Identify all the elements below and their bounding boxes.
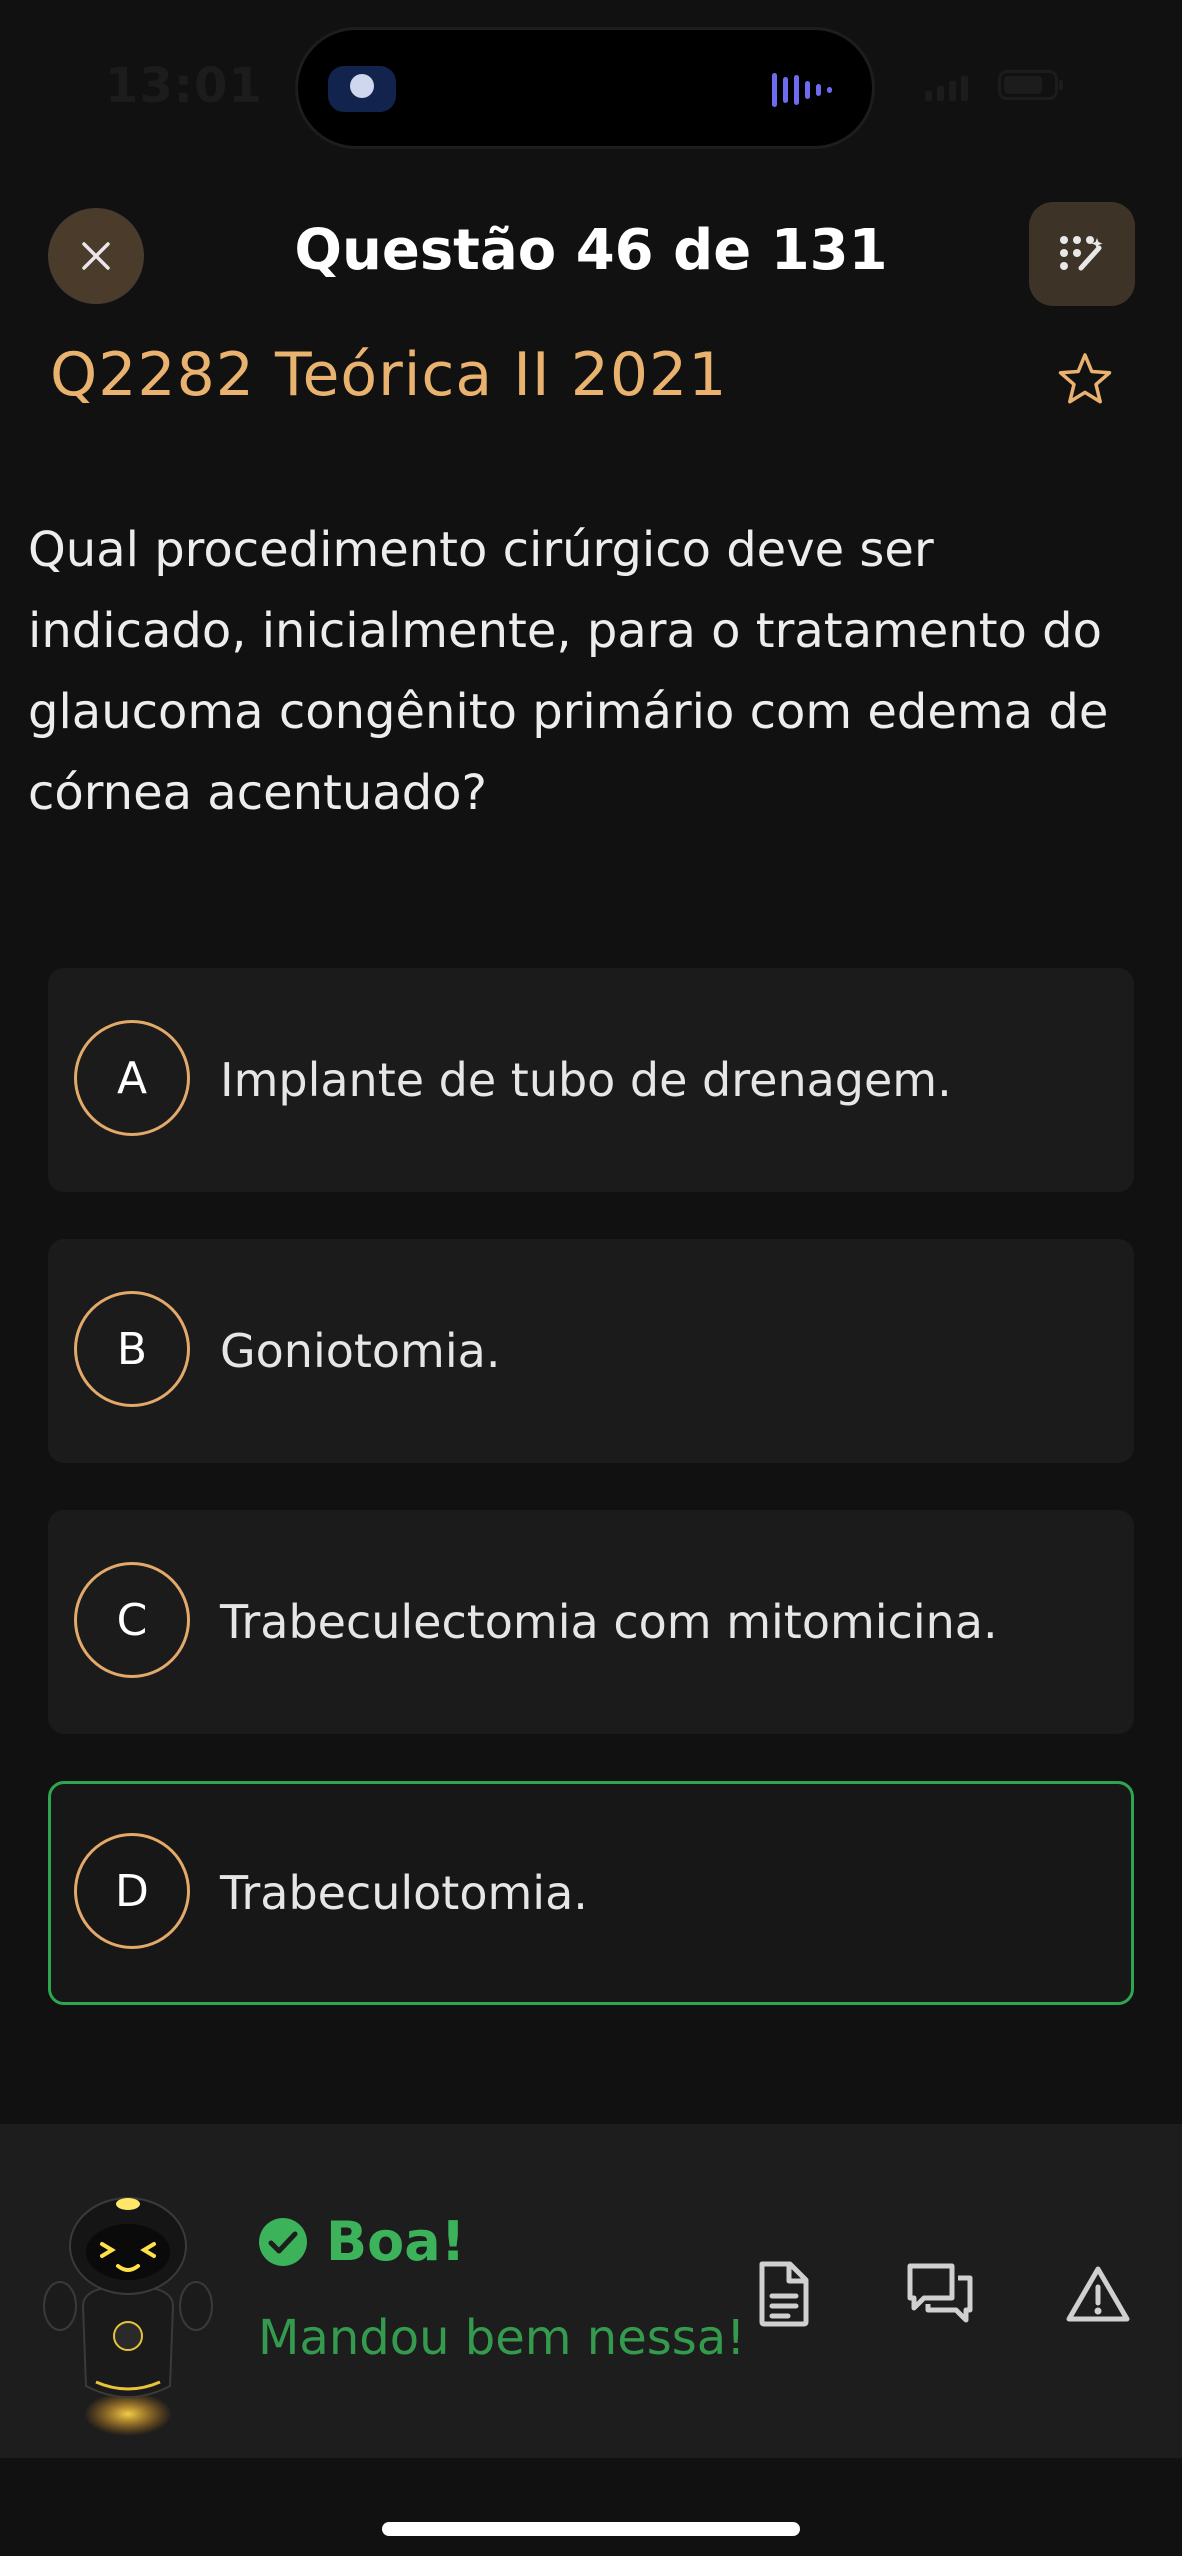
audio-wave-icon — [772, 70, 842, 110]
feedback-title: Boa! — [258, 2210, 465, 2273]
feedback-title-text: Boa! — [326, 2210, 466, 2273]
battery-icon — [998, 70, 1063, 100]
option-letter: A — [74, 1020, 190, 1136]
option-text: Trabeculotomia. — [220, 1866, 588, 1920]
live-activity-app-icon — [328, 66, 396, 112]
cellular-signal-icon — [925, 76, 968, 101]
exam-label: Q2282 Teórica II 2021 — [50, 340, 728, 410]
star-icon[interactable] — [1055, 350, 1115, 410]
tools-button[interactable] — [1029, 202, 1135, 306]
dynamic-island — [298, 30, 872, 146]
comments-icon — [907, 2263, 973, 2323]
option-c[interactable]: C Trabeculectomia com mitomicina. — [48, 1510, 1134, 1734]
option-letter: D — [74, 1833, 190, 1949]
status-bar: 13:01 — [0, 0, 1182, 170]
home-indicator[interactable] — [382, 2522, 800, 2536]
option-text: Implante de tubo de drenagem. — [220, 1053, 952, 1107]
comments-button[interactable] — [900, 2254, 980, 2334]
robot-mascot-icon — [43, 2197, 213, 2436]
option-text: Goniotomia. — [220, 1324, 501, 1378]
option-d[interactable]: D Trabeculotomia. — [48, 1781, 1134, 2005]
option-b[interactable]: B Goniotomia. — [48, 1239, 1134, 1463]
page-title: Questão 46 de 131 — [294, 218, 888, 283]
status-time: 13:01 — [105, 58, 263, 114]
warning-icon — [1066, 2266, 1130, 2322]
grid-wand-icon — [1060, 236, 1103, 271]
check-circle-icon — [259, 2217, 307, 2266]
report-button[interactable] — [1058, 2254, 1138, 2334]
option-letter: C — [74, 1562, 190, 1678]
question-text: Qual procedimento cirúrgico deve ser ind… — [28, 522, 1109, 821]
option-a[interactable]: A Implante de tubo de drenagem. — [48, 968, 1134, 1192]
close-button[interactable] — [48, 208, 144, 304]
feedback-subtitle: Mandou bem nessa! — [258, 2310, 746, 2366]
document-icon — [759, 2261, 809, 2327]
option-text: Trabeculectomia com mitomicina. — [220, 1595, 998, 1649]
close-icon — [82, 242, 110, 270]
feedback-bar: Boa! Mandou bem nessa! — [0, 2124, 1182, 2458]
option-letter: B — [74, 1291, 190, 1407]
explanation-button[interactable] — [744, 2254, 824, 2334]
